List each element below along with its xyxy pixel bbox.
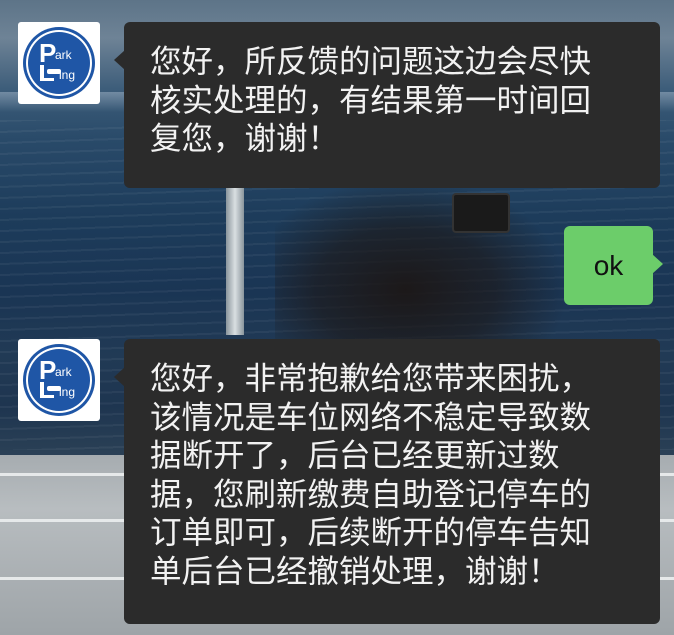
message-line: 单后台已经撤销处理，谢谢！ (150, 553, 560, 590)
message-line: 复您，谢谢！ (150, 121, 340, 157)
svg-text:ark: ark (55, 48, 73, 62)
message-bubble-received[interactable]: 您好，所反馈的问题这边会尽快 核实处理的，有结果第一时间回 复您，谢谢！ (114, 22, 660, 188)
svg-text:ing: ing (59, 68, 75, 82)
message-line: 您好，所反馈的问题这边会尽快 (150, 44, 592, 80)
svg-text:ark: ark (55, 365, 73, 379)
message-line: 该情况是车位网络不稳定导致数 (150, 399, 592, 436)
message-line: 您好，非常抱歉给您带来困扰， (150, 361, 592, 397)
message-bubble-received[interactable]: 您好，非常抱歉给您带来困扰， 该情况是车位网络不稳定导致数 据断开了，后台已经更… (114, 339, 660, 624)
message-bubble-sent[interactable]: ok (564, 226, 663, 305)
bubble-tail (114, 50, 125, 70)
contact-avatar[interactable]: P ark ing (18, 22, 100, 104)
bubble-tail (652, 254, 663, 274)
park-ling-logo-icon: P ark ing (23, 344, 95, 416)
message-text: ok (593, 249, 624, 281)
background-camera (452, 193, 510, 233)
svg-text:ing: ing (59, 385, 75, 399)
message-line: 核实处理的，有结果第一时间回 (150, 82, 592, 119)
svg-text:P: P (39, 38, 56, 68)
background-pole (226, 185, 244, 335)
message-line: 据，您刷新缴费自助登记停车的 (150, 476, 592, 513)
message-line: 据断开了，后台已经更新过数 (150, 438, 560, 474)
bubble-tail (114, 367, 125, 387)
svg-text:P: P (39, 355, 56, 385)
contact-avatar[interactable]: P ark ing (18, 339, 100, 421)
message-line: 订单即可，后续断开的停车告知 (150, 515, 592, 551)
park-ling-logo-icon: P ark ing (23, 27, 95, 99)
